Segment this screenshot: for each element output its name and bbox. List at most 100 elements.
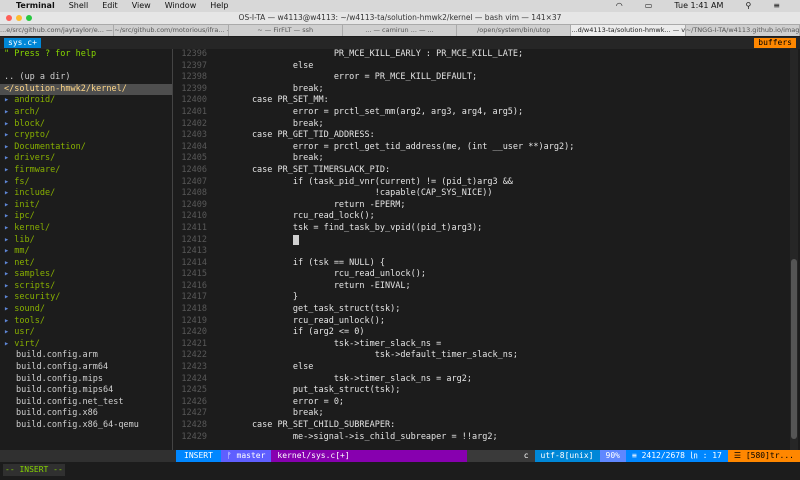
menu-window[interactable]: Window	[165, 0, 197, 12]
search-icon[interactable]: ⚲	[745, 0, 751, 12]
nerdtree-file-item[interactable]: build.config.mips	[0, 374, 172, 386]
nerdtree-file-item[interactable]: build.config.arm64	[0, 362, 172, 374]
code-line[interactable]: 12399 break;	[173, 84, 788, 96]
code-line[interactable]: 12397 else	[173, 61, 788, 73]
code-line[interactable]: 12406 case PR_SET_TIMERSLACK_PID:	[173, 165, 788, 177]
vim-tab-sys-c[interactable]: sys.c+	[4, 38, 41, 48]
menu-help[interactable]: Help	[210, 0, 228, 12]
code-line[interactable]: 12427 break;	[173, 408, 788, 420]
nerdtree-dir-item[interactable]: ▸ sound/	[0, 304, 172, 316]
terminal-tab-1[interactable]: ...e/src/github.com/jaytaylor/e... — bas…	[0, 25, 115, 36]
code-line[interactable]: 12410 rcu_read_lock();	[173, 211, 788, 223]
line-number: 12410	[181, 211, 207, 222]
code-line[interactable]: 12413	[173, 246, 788, 258]
nerdtree-dir-item[interactable]: ▸ block/	[0, 119, 172, 131]
code-line[interactable]: 12429 me->signal->is_child_subreaper = !…	[173, 432, 788, 444]
code-line[interactable]: 12400 case PR_SET_MM:	[173, 95, 788, 107]
nerdtree-dir-item[interactable]: ▸ kernel/	[0, 223, 172, 235]
code-line[interactable]: 12421 tsk->timer_slack_ns =	[173, 339, 788, 351]
code-line[interactable]: 12416 return -EINVAL;	[173, 281, 788, 293]
code-line[interactable]: 12403 case PR_GET_TID_ADDRESS:	[173, 130, 788, 142]
line-number: 12419	[181, 315, 207, 326]
nerdtree-file-item[interactable]: build.config.x86	[0, 408, 172, 420]
nerdtree-dir-item[interactable]: ▸ net/	[0, 258, 172, 270]
wifi-icon[interactable]: ◠	[616, 0, 623, 12]
zoom-window-icon[interactable]	[26, 15, 32, 21]
nerdtree-dir-item[interactable]: ▸ ipc/	[0, 211, 172, 223]
nerdtree-dir-item[interactable]: ▸ scripts/	[0, 281, 172, 293]
close-window-icon[interactable]	[6, 15, 12, 21]
terminal-tab-3[interactable]: ~ — FirFLT — ssh	[229, 25, 343, 36]
nerdtree-dir-item[interactable]: ▸ lib/	[0, 235, 172, 247]
menu-edit[interactable]: Edit	[102, 0, 118, 12]
nerdtree-dir-item[interactable]: ▸ Documentation/	[0, 142, 172, 154]
code-line[interactable]: 12418 get_task_struct(tsk);	[173, 304, 788, 316]
terminal-tab-2[interactable]: ~/src/github.com/motorious/ifra... — bas…	[114, 25, 229, 36]
nerdtree-dir-item[interactable]: ▸ virt/	[0, 339, 172, 351]
nerdtree-dir-item[interactable]: ▸ security/	[0, 292, 172, 304]
terminal-tab-7[interactable]: ~/TNGG-I-TA/w4113.github.io/images — bas…	[686, 25, 800, 36]
minimize-window-icon[interactable]	[16, 15, 22, 21]
nerdtree-dir-item[interactable]: ▸ init/	[0, 200, 172, 212]
code-text: tsk->timer_slack_ns = arg2;	[211, 373, 472, 384]
nerdtree-file-item[interactable]: build.config.x86_64-qemu	[0, 420, 172, 432]
nerdtree-dir-item[interactable]: ▸ firmware/	[0, 165, 172, 177]
code-line[interactable]: 12396 PR_MCE_KILL_EARLY : PR_MCE_KILL_LA…	[173, 49, 788, 61]
code-line[interactable]: 12404 error = prctl_get_tid_address(me, …	[173, 142, 788, 154]
terminal-tab-4[interactable]: ... — camirun ... — ...	[343, 25, 458, 36]
code-line[interactable]: 12408 !capable(CAP_SYS_NICE))	[173, 188, 788, 200]
nerdtree-up-dir[interactable]: .. (up a dir)	[0, 72, 172, 84]
nerdtree-file-item[interactable]: build.config.arm	[0, 350, 172, 362]
menu-list-icon[interactable]: ≡	[773, 0, 780, 12]
code-line[interactable]: 12426 error = 0;	[173, 397, 788, 409]
menu-shell[interactable]: Shell	[69, 0, 89, 12]
nerdtree-dir-item[interactable]: ▸ arch/	[0, 107, 172, 119]
triangle-right-icon: ▸	[4, 188, 15, 199]
nerdtree-dir-item[interactable]: ▸ fs/	[0, 177, 172, 189]
code-line[interactable]: 12409 return -EPERM;	[173, 200, 788, 212]
code-line[interactable]: 12415 rcu_read_unlock();	[173, 269, 788, 281]
nerdtree-dir-item[interactable]: ▸ crypto/	[0, 130, 172, 142]
code-line[interactable]: 12412	[173, 234, 788, 247]
nerdtree-dir-item[interactable]: ▸ mm/	[0, 246, 172, 258]
code-line[interactable]: 12419 rcu_read_unlock();	[173, 316, 788, 328]
clock[interactable]: Tue 1:41 AM	[674, 0, 723, 12]
nerdtree-file-item[interactable]: build.config.mips64	[0, 385, 172, 397]
code-line[interactable]: 12428 case PR_SET_CHILD_SUBREAPER:	[173, 420, 788, 432]
code-text: break;	[211, 153, 324, 164]
nerdtree-file-item[interactable]: build.config.net_test	[0, 397, 172, 409]
code-line[interactable]: 12407 if (task_pid_vnr(current) != (pid_…	[173, 177, 788, 189]
code-line[interactable]: 12398 error = PR_MCE_KILL_DEFAULT;	[173, 72, 788, 84]
code-line[interactable]: 12425 put_task_struct(tsk);	[173, 385, 788, 397]
code-editor[interactable]: 12396 PR_MCE_KILL_EARLY : PR_MCE_KILL_LA…	[173, 49, 788, 450]
code-line[interactable]: 12424 tsk->timer_slack_ns = arg2;	[173, 374, 788, 386]
terminal-tab-6-active[interactable]: ...d/w4113-ta/solution-hmwk... — vim	[571, 25, 686, 36]
nerdtree-dir-item[interactable]: ▸ include/	[0, 188, 172, 200]
vim-command-line[interactable]: -- INSERT --	[0, 462, 800, 480]
scrollbar-thumb[interactable]	[791, 259, 797, 439]
terminal-tab-5[interactable]: /open/system/bin/utop	[457, 25, 572, 36]
nerdtree-dir-item[interactable]: ▸ tools/	[0, 316, 172, 328]
code-line[interactable]: 12405 break;	[173, 153, 788, 165]
code-line[interactable]: 12402 break;	[173, 119, 788, 131]
code-line[interactable]: 12401 error = prctl_set_mm(arg2, arg3, a…	[173, 107, 788, 119]
triangle-right-icon: ▸	[4, 315, 15, 326]
code-line[interactable]: 12411 tsk = find_task_by_vpid((pid_t)arg…	[173, 223, 788, 235]
nerdtree-dir-item[interactable]: ▸ drivers/	[0, 153, 172, 165]
code-line[interactable]: 12414 if (tsk == NULL) {	[173, 258, 788, 270]
code-line[interactable]: 12420 if (arg2 <= 0)	[173, 327, 788, 339]
nerdtree-current-dir[interactable]: </solution-hmwk2/kernel/	[0, 83, 172, 96]
vim-buffers-label[interactable]: buffers	[754, 38, 796, 48]
menu-view[interactable]: View	[132, 0, 151, 12]
code-text: rcu_read_lock();	[211, 211, 375, 222]
battery-icon[interactable]: ▭	[645, 0, 653, 12]
nerdtree-dir-item[interactable]: ▸ samples/	[0, 269, 172, 281]
nerdtree-dir-item[interactable]: ▸ usr/	[0, 327, 172, 339]
scrollbar[interactable]	[790, 49, 798, 450]
code-line[interactable]: 12417 }	[173, 292, 788, 304]
menu-app-name[interactable]: Terminal	[16, 0, 55, 12]
nerdtree-dir-item[interactable]: ▸ android/	[0, 95, 172, 107]
nerdtree-dir-label: include/	[14, 188, 56, 199]
code-line[interactable]: 12422 tsk->default_timer_slack_ns;	[173, 350, 788, 362]
code-line[interactable]: 12423 else	[173, 362, 788, 374]
